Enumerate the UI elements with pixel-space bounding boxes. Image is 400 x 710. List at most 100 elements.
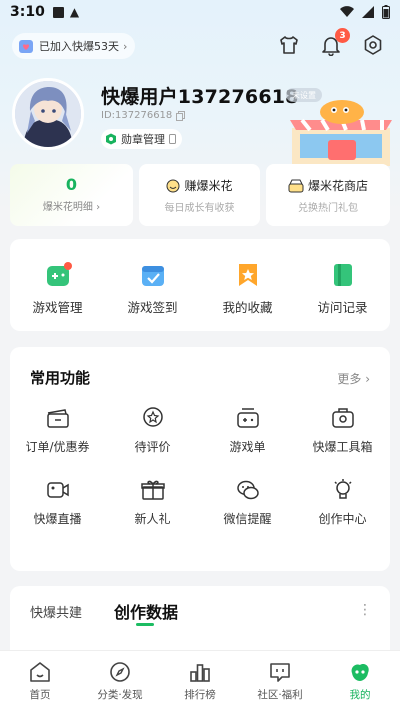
toolbox-icon <box>331 408 354 428</box>
nav-mine-label: 我的 <box>349 689 371 701</box>
common-functions-card: 常用功能 更多 › 订单/优惠券 待评价 游戏单 快爆工具箱 快爆直播 新人礼 <box>10 347 390 571</box>
wifi-icon <box>340 6 354 18</box>
game-list-icon <box>236 408 259 428</box>
medal-manage-button[interactable]: 勋章管理 <box>101 129 182 149</box>
medal-icon <box>106 133 116 145</box>
settings-button[interactable] <box>362 34 384 56</box>
tab-creation-data[interactable]: 创作数据 <box>114 599 178 623</box>
history-icon <box>333 264 352 286</box>
more-link[interactable]: 更多 › <box>337 370 370 387</box>
game-list-button[interactable]: 游戏单 <box>200 405 295 455</box>
calendar-heart-icon <box>19 40 33 53</box>
medal-manage-label: 勋章管理 <box>121 133 165 146</box>
game-manage-button[interactable]: 游戏管理 <box>10 239 105 331</box>
home-icon <box>30 662 50 682</box>
earn-popcorn-sub: 每日成长有收获 <box>164 203 235 214</box>
phone-icon <box>169 134 176 144</box>
avatar[interactable] <box>12 78 84 150</box>
my-favorites-button[interactable]: 我的收藏 <box>200 239 295 331</box>
live-stream-label: 快爆直播 <box>33 512 82 526</box>
nav-mine[interactable]: 我的 <box>320 651 400 710</box>
nav-discover-label: 分类·发现 <box>97 689 143 701</box>
status-time: 3:10 <box>10 4 45 20</box>
compass-icon <box>110 662 130 682</box>
joined-days-text: 已加入快爆53天 <box>39 40 119 53</box>
game-checkin-button[interactable]: 游戏签到 <box>105 239 200 331</box>
smile-icon <box>166 179 180 192</box>
chevron-right-icon: › <box>123 39 128 53</box>
popcorn-booth-illustration <box>290 100 392 166</box>
creator-center-button[interactable]: 创作中心 <box>295 477 390 527</box>
status-bar: 3:10 ▲ <box>0 0 400 24</box>
toolbox-label: 快爆工具箱 <box>312 440 373 454</box>
creator-icon <box>333 479 352 499</box>
nav-home-label: 首页 <box>29 689 51 701</box>
quick-actions: 游戏管理 游戏签到 我的收藏 访问记录 <box>10 239 390 331</box>
visit-history-button[interactable]: 访问记录 <box>295 239 390 331</box>
review-icon <box>142 407 163 427</box>
nav-home[interactable]: 首页 <box>0 651 80 710</box>
gamepad-icon <box>46 262 72 286</box>
username: 快爆用户137276618 <box>101 86 299 108</box>
game-list-label: 游戏单 <box>229 440 266 454</box>
user-id-text: ID:137276618 <box>101 110 173 121</box>
mine-icon <box>351 663 369 681</box>
copy-icon <box>176 110 186 121</box>
nav-ranking-label: 排行榜 <box>184 689 216 701</box>
live-stream-button[interactable]: 快爆直播 <box>10 477 105 527</box>
orders-coupons-label: 订单/优惠券 <box>25 440 90 454</box>
my-favorites-label: 我的收藏 <box>222 300 273 315</box>
nav-discover[interactable]: 分类·发现 <box>80 651 160 710</box>
signal-icon <box>362 6 374 18</box>
game-checkin-label: 游戏签到 <box>127 300 178 315</box>
community-icon <box>270 663 290 682</box>
more-options-icon[interactable]: ⋮ <box>358 602 372 618</box>
pending-review-label: 待评价 <box>134 440 171 454</box>
battery-icon <box>382 5 390 19</box>
notifications-button[interactable]: 3 <box>320 28 350 57</box>
checkin-icon <box>141 266 164 286</box>
notification-square-icon <box>52 6 64 18</box>
gift-icon <box>140 480 165 500</box>
joined-days-pill[interactable]: 已加入快爆53天 › <box>12 33 136 59</box>
live-icon <box>46 482 69 498</box>
tab-co-build[interactable]: 快爆共建 <box>30 602 82 621</box>
nav-community-label: 社区·福利 <box>257 689 303 701</box>
user-id[interactable]: ID:137276618 <box>101 110 186 121</box>
warning-icon: ▲ <box>69 5 80 19</box>
visit-history-label: 访问记录 <box>317 300 368 315</box>
bookmark-icon <box>238 264 257 286</box>
creator-center-label: 创作中心 <box>318 512 367 526</box>
avatar-image <box>15 81 81 147</box>
earn-popcorn-title: 赚爆米花 <box>184 179 233 193</box>
popcorn-detail-card[interactable]: 0 爆米花明细 › <box>10 164 133 226</box>
ranking-icon <box>190 664 210 682</box>
wechat-reminder-button[interactable]: 微信提醒 <box>200 477 295 527</box>
tab-underline <box>136 623 154 626</box>
bottom-navigation: 首页 分类·发现 排行榜 社区·福利 我的 <box>0 650 400 710</box>
earn-popcorn-card[interactable]: 赚爆米花 每日成长有收获 <box>139 164 260 226</box>
popcorn-shop-sub: 兑换热门礼包 <box>298 203 358 214</box>
notification-badge: 3 <box>335 28 350 43</box>
popcorn-count: 0 <box>65 175 78 194</box>
creation-card: 快爆共建 创作数据 ⋮ <box>10 586 390 656</box>
nav-ranking[interactable]: 排行榜 <box>160 651 240 710</box>
shop-icon <box>288 179 304 192</box>
newbie-gift-label: 新人礼 <box>134 512 171 526</box>
shirt-icon <box>280 36 298 54</box>
popcorn-shop-title: 爆米花商店 <box>307 179 368 193</box>
popcorn-shop-card[interactable]: 爆米花商店 兑换热门礼包 <box>266 164 390 226</box>
newbie-gift-button[interactable]: 新人礼 <box>105 477 200 527</box>
toolbox-button[interactable]: 快爆工具箱 <box>295 405 390 455</box>
common-functions-title: 常用功能 <box>30 369 91 387</box>
orders-coupons-button[interactable]: 订单/优惠券 <box>10 405 105 455</box>
game-manage-label: 游戏管理 <box>32 300 83 315</box>
popcorn-detail-label: 爆米花明细 › <box>42 202 101 213</box>
wechat-reminder-label: 微信提醒 <box>223 512 272 526</box>
gear-icon <box>364 35 382 55</box>
wechat-icon <box>236 480 259 500</box>
coupon-icon <box>46 409 69 428</box>
nav-community[interactable]: 社区·福利 <box>240 651 320 710</box>
outfit-button[interactable] <box>278 34 300 56</box>
pending-review-button[interactable]: 待评价 <box>105 405 200 455</box>
